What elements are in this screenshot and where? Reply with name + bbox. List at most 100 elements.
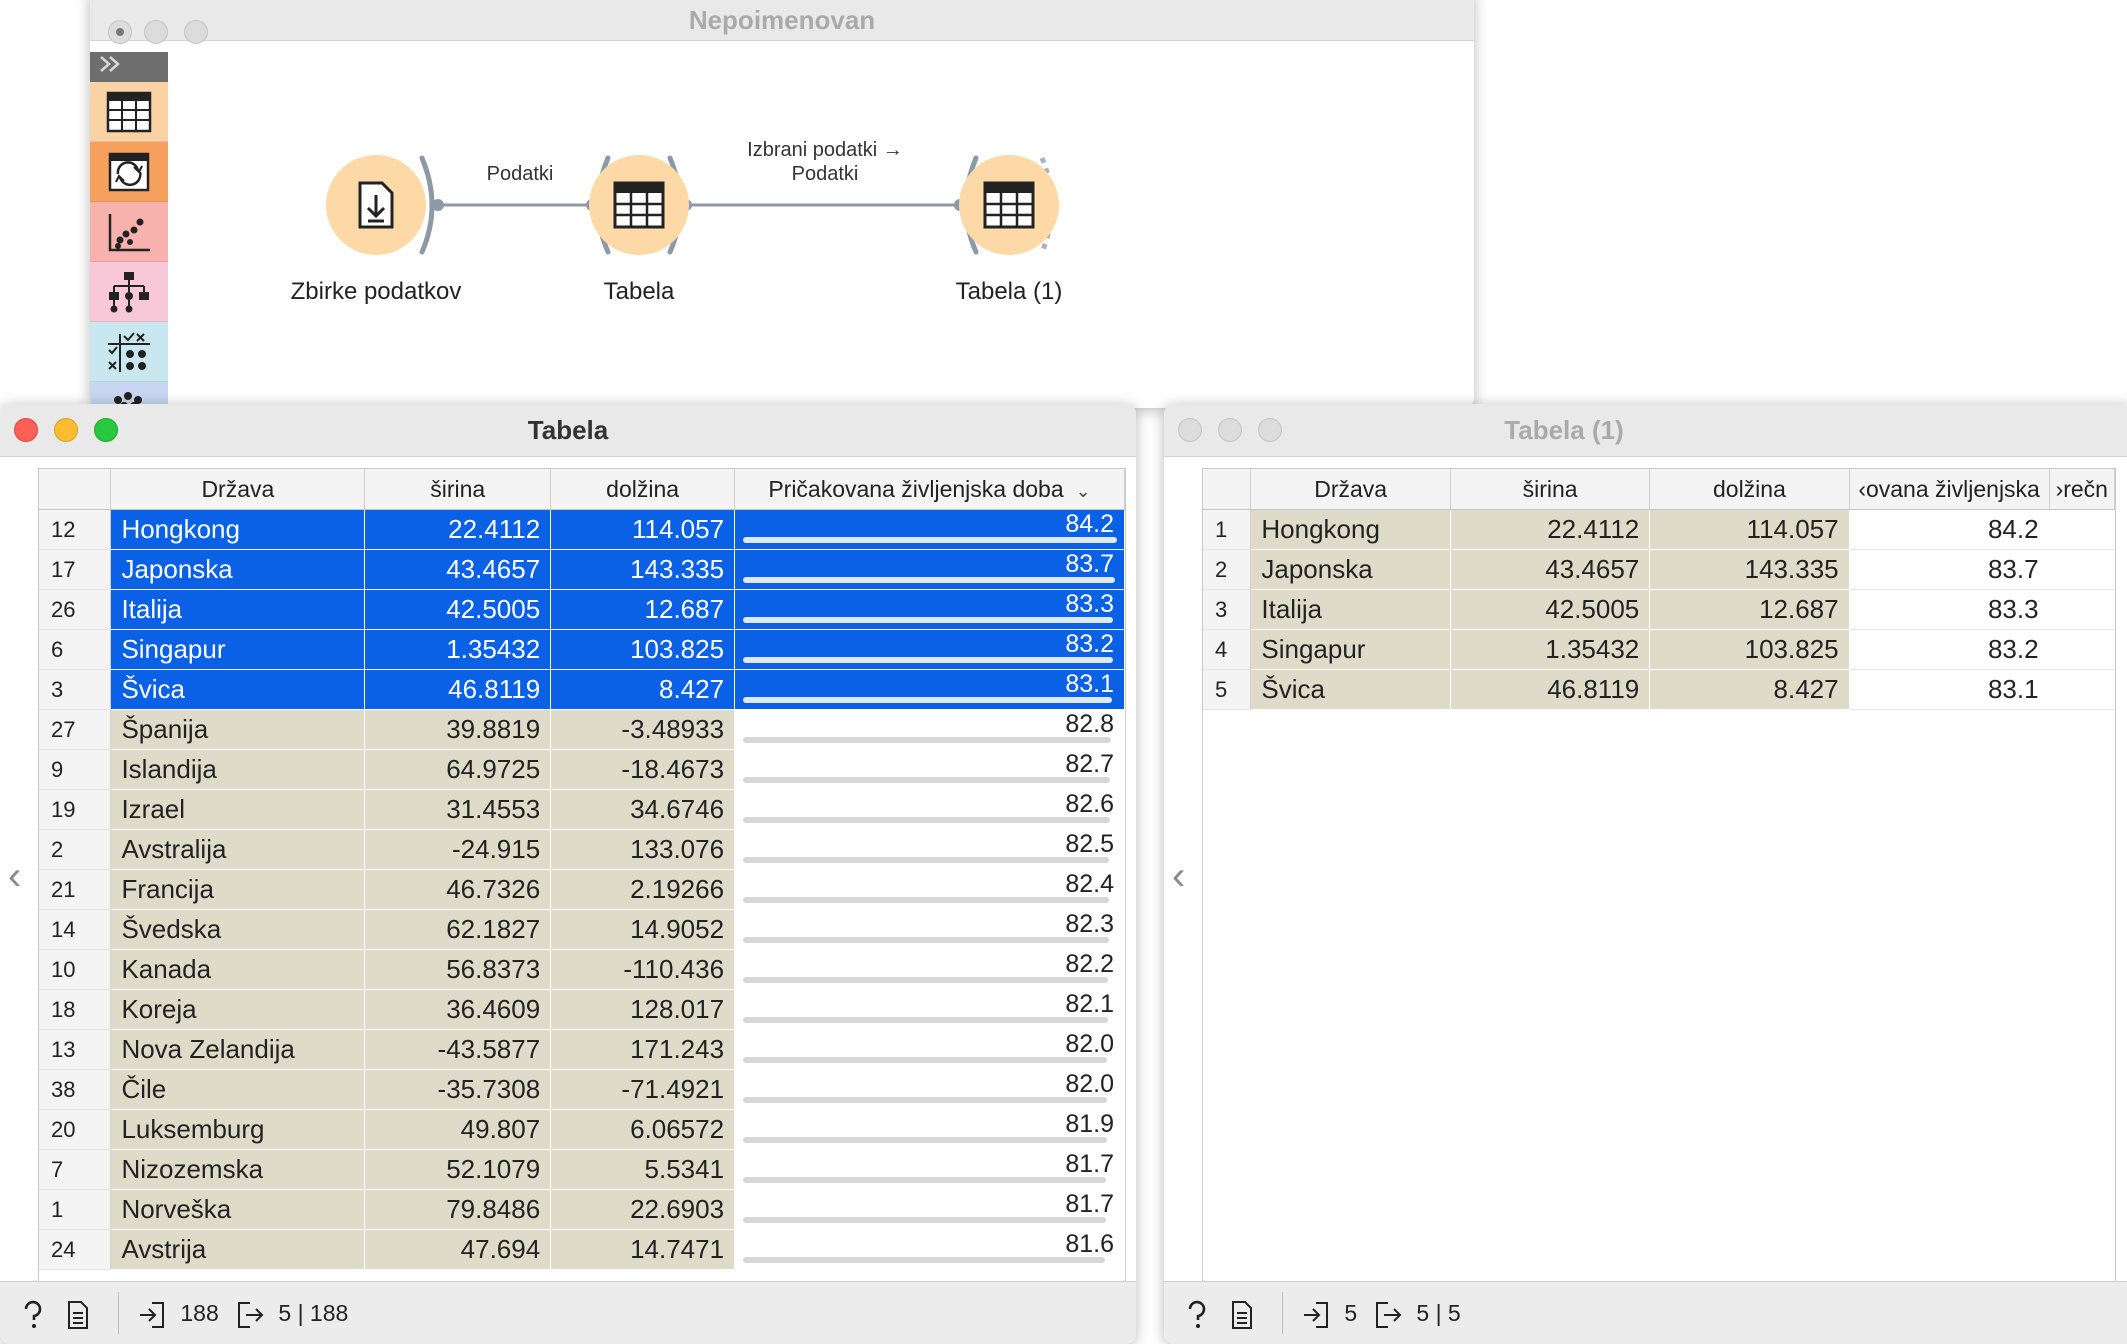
cell-zivljenjska-doba[interactable]: 82.0: [734, 1029, 1125, 1070]
collapse-panel-button[interactable]: ‹: [1172, 854, 1185, 899]
row-number[interactable]: 18: [39, 989, 112, 1030]
cell-drzava[interactable]: Nizozemska: [110, 1149, 366, 1190]
table-row[interactable]: 14 Švedska 62.1827 14.9052 82.3: [39, 909, 1125, 950]
cell-sirina[interactable]: 42.5005: [1450, 589, 1651, 630]
column-header-dolzina[interactable]: dolžina: [1649, 469, 1850, 510]
table-row[interactable]: 27 Španija 39.8819 -3.48933 82.8: [39, 709, 1125, 750]
cell-sirina[interactable]: -43.5877: [364, 1029, 552, 1070]
cell-drzava[interactable]: Japonska: [110, 549, 366, 590]
corner-header[interactable]: [39, 469, 112, 510]
input-summary[interactable]: 188: [138, 1298, 219, 1328]
row-number[interactable]: 5: [1203, 669, 1252, 710]
cell-zivljenjska-doba[interactable]: 84.2: [734, 509, 1125, 550]
cell-sirina[interactable]: 31.4553: [364, 789, 552, 830]
cell-dolzina[interactable]: 14.7471: [550, 1229, 736, 1270]
row-number[interactable]: 26: [39, 589, 112, 630]
cell-drzava[interactable]: Islandija: [110, 749, 366, 790]
report-button[interactable]: [1230, 1298, 1254, 1329]
cell-zivljenjska-doba[interactable]: 82.1: [734, 989, 1125, 1030]
cell-zivljenjska-doba[interactable]: 82.6: [734, 789, 1125, 830]
row-number[interactable]: 4: [1203, 629, 1252, 670]
row-number[interactable]: 21: [39, 869, 112, 910]
cell-zivljenjska-doba[interactable]: 82.5: [734, 829, 1125, 870]
column-header-zivljenjska-doba[interactable]: ‹ovana življenjska: [1849, 469, 2050, 510]
cell-drzava[interactable]: Švica: [1250, 669, 1451, 710]
cell-zivljenjska-doba[interactable]: 83.1: [1849, 669, 2050, 710]
table-row[interactable]: 6 Singapur 1.35432 103.825 83.2: [39, 629, 1125, 670]
help-button[interactable]: [1184, 1298, 1210, 1328]
cell-dolzina[interactable]: -3.48933: [550, 709, 736, 750]
cell-zivljenjska-doba[interactable]: 84.2: [1849, 509, 2050, 550]
cell-zivljenjska-doba[interactable]: 83.2: [734, 629, 1125, 670]
column-header-zivljenjska-doba[interactable]: Pričakovana življenjska doba ⌄: [734, 469, 1125, 510]
cell-sirina[interactable]: 39.8819: [364, 709, 552, 750]
cell-drzava[interactable]: Izrael: [110, 789, 366, 830]
cell-drzava[interactable]: Avstralija: [110, 829, 366, 870]
cell-drzava[interactable]: Singapur: [110, 629, 366, 670]
column-header-truncated[interactable]: ›rečn: [2049, 469, 2115, 510]
cell-dolzina[interactable]: 22.6903: [550, 1189, 736, 1230]
cell-dolzina[interactable]: 8.427: [550, 669, 736, 710]
help-button[interactable]: [20, 1298, 46, 1328]
cell-drzava[interactable]: Švica: [110, 669, 366, 710]
row-number[interactable]: 12: [39, 509, 112, 550]
row-number[interactable]: 2: [39, 829, 112, 870]
row-number[interactable]: 17: [39, 549, 112, 590]
corner-header[interactable]: [1203, 469, 1252, 510]
cell-dolzina[interactable]: 114.057: [1649, 509, 1850, 550]
cell-dolzina[interactable]: 171.243: [550, 1029, 736, 1070]
cell-dolzina[interactable]: 5.5341: [550, 1149, 736, 1190]
cell-dolzina[interactable]: -18.4673: [550, 749, 736, 790]
row-number[interactable]: 1: [39, 1189, 112, 1230]
cell-dolzina[interactable]: 12.687: [550, 589, 736, 630]
node-tabela-1[interactable]: [959, 155, 1059, 255]
table-row[interactable]: 19 Izrael 31.4553 34.6746 82.6: [39, 789, 1125, 830]
cell-dolzina[interactable]: 14.9052: [550, 909, 736, 950]
table-row[interactable]: 26 Italija 42.5005 12.687 83.3: [39, 589, 1125, 630]
cell-zivljenjska-doba[interactable]: 81.6: [734, 1229, 1125, 1270]
cell-sirina[interactable]: -24.915: [364, 829, 552, 870]
row-number[interactable]: 6: [39, 629, 112, 670]
cell-drzava[interactable]: Hongkong: [110, 509, 366, 550]
cell-zivljenjska-doba[interactable]: 82.7: [734, 749, 1125, 790]
cell-zivljenjska-doba[interactable]: 81.7: [734, 1189, 1125, 1230]
cell-sirina[interactable]: 79.8486: [364, 1189, 552, 1230]
cell-dolzina[interactable]: -71.4921: [550, 1069, 736, 1110]
table-row[interactable]: 1 Norveška 79.8486 22.6903 81.7: [39, 1189, 1125, 1230]
table-row[interactable]: 5 Švica 46.8119 8.427 83.1: [1203, 669, 2115, 710]
cell-sirina[interactable]: 47.694: [364, 1229, 552, 1270]
row-number[interactable]: 10: [39, 949, 112, 990]
cell-dolzina[interactable]: 143.335: [1649, 549, 1850, 590]
cell-sirina[interactable]: 1.35432: [364, 629, 552, 670]
table-row[interactable]: 12 Hongkong 22.4112 114.057 84.2: [39, 509, 1125, 550]
cell-dolzina[interactable]: 143.335: [550, 549, 736, 590]
cell-drzava[interactable]: Hongkong: [1250, 509, 1451, 550]
row-number[interactable]: 14: [39, 909, 112, 950]
table-row[interactable]: 13 Nova Zelandija -43.5877 171.243 82.0: [39, 1029, 1125, 1070]
cell-dolzina[interactable]: 6.06572: [550, 1109, 736, 1150]
row-number[interactable]: 19: [39, 789, 112, 830]
cell-zivljenjska-doba[interactable]: 83.7: [734, 549, 1125, 590]
cell-sirina[interactable]: -35.7308: [364, 1069, 552, 1110]
cell-dolzina[interactable]: 8.427: [1649, 669, 1850, 710]
table-row[interactable]: 2 Avstralija -24.915 133.076 82.5: [39, 829, 1125, 870]
cell-sirina[interactable]: 62.1827: [364, 909, 552, 950]
column-header-drzava[interactable]: Država: [1250, 469, 1451, 510]
row-number[interactable]: 24: [39, 1229, 112, 1270]
cell-truncated[interactable]: [2048, 669, 2115, 710]
collapse-panel-button[interactable]: ‹: [8, 854, 21, 899]
cell-sirina[interactable]: 52.1079: [364, 1149, 552, 1190]
row-number[interactable]: 9: [39, 749, 112, 790]
table-row[interactable]: 17 Japonska 43.4657 143.335 83.7: [39, 549, 1125, 590]
row-number[interactable]: 13: [39, 1029, 112, 1070]
cell-dolzina[interactable]: 103.825: [1649, 629, 1850, 670]
cell-zivljenjska-doba[interactable]: 81.7: [734, 1149, 1125, 1190]
cell-dolzina[interactable]: 2.19266: [550, 869, 736, 910]
table-row[interactable]: 3 Italija 42.5005 12.687 83.3: [1203, 589, 2115, 630]
cell-zivljenjska-doba[interactable]: 82.4: [734, 869, 1125, 910]
column-header-sirina[interactable]: širina: [1450, 469, 1651, 510]
cell-truncated[interactable]: [2048, 629, 2115, 670]
report-button[interactable]: [66, 1298, 90, 1329]
table-row[interactable]: 18 Koreja 36.4609 128.017 82.1: [39, 989, 1125, 1030]
cell-drzava[interactable]: Švedska: [110, 909, 366, 950]
